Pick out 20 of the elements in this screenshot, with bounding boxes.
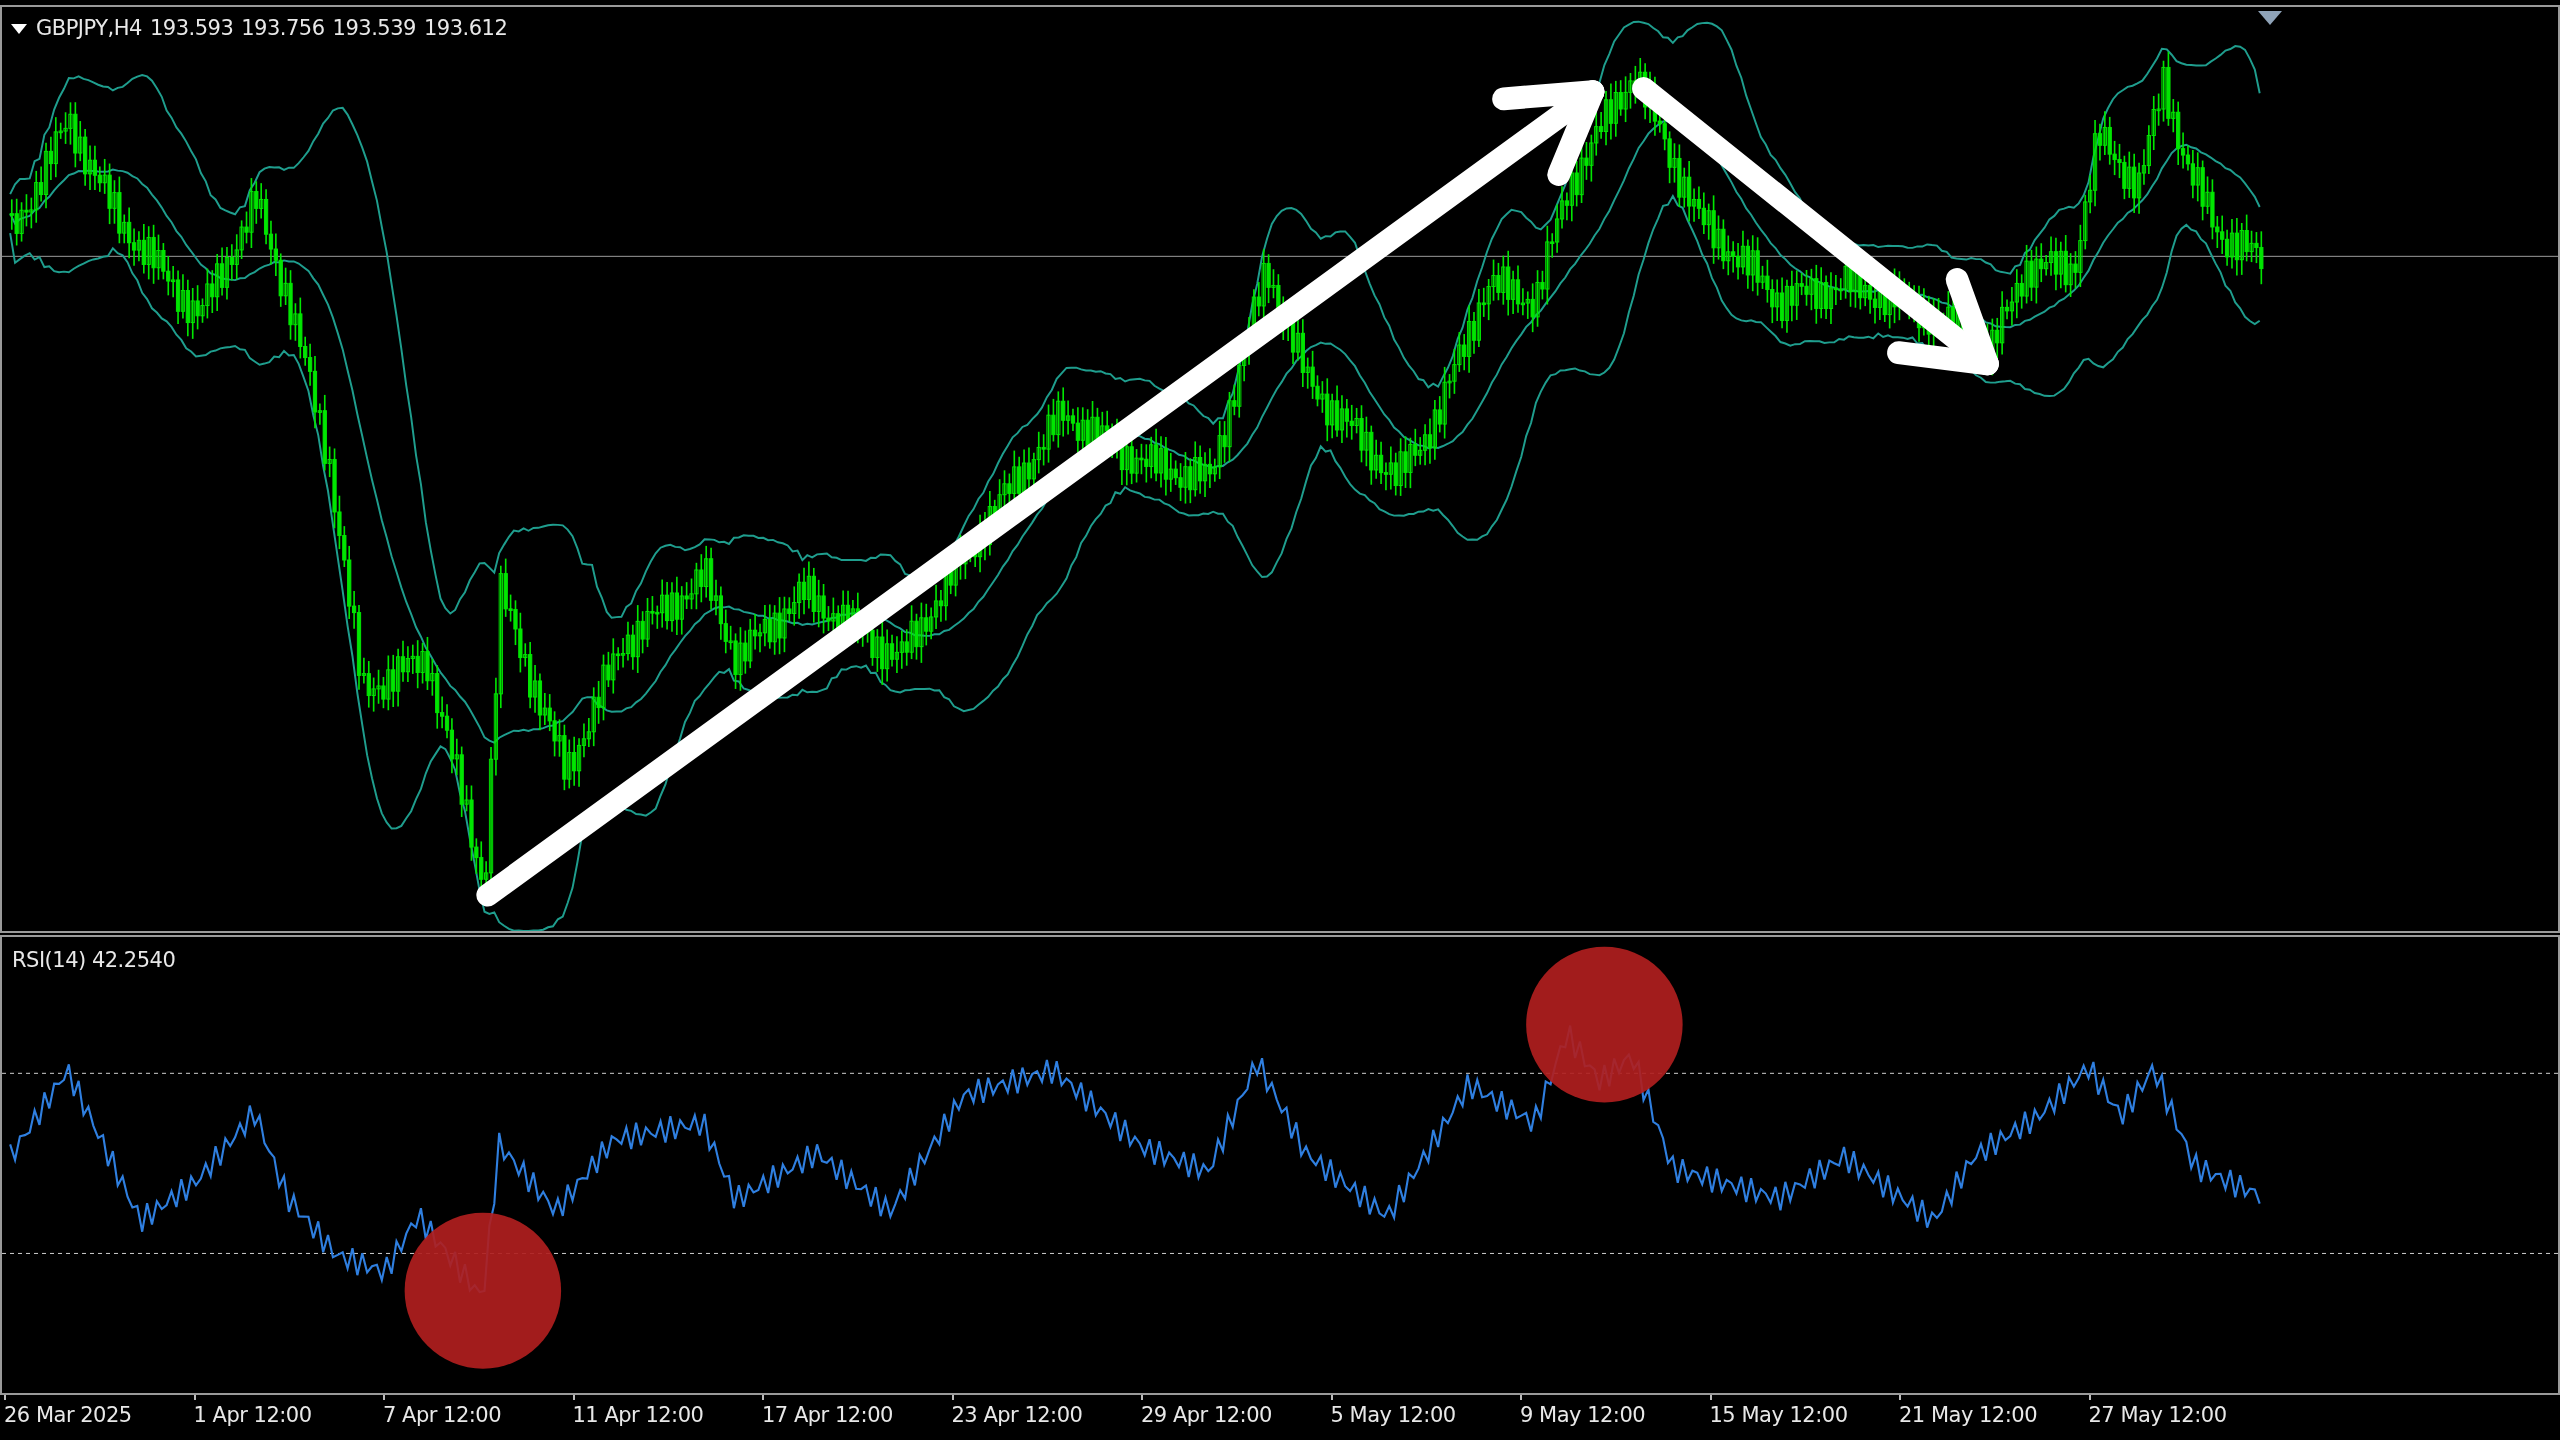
time-axis-label: 26 Mar 2025 <box>4 1402 132 1429</box>
time-axis-label: 1 Apr 12:00 <box>193 1402 312 1429</box>
time-axis-label: 5 May 12:00 <box>1330 1402 1456 1429</box>
rsi-label: RSI(14) 42.2540 <box>12 947 176 974</box>
price-quote: 193.756 <box>241 15 325 42</box>
time-axis-label: 29 Apr 12:00 <box>1141 1402 1272 1429</box>
dropdown-triangle-icon[interactable] <box>10 22 28 35</box>
time-axis-label: 7 Apr 12:00 <box>383 1402 502 1429</box>
time-axis-label: 21 May 12:00 <box>1899 1402 2037 1429</box>
price-quote: 193.612 <box>423 15 508 42</box>
time-axis-label: 23 Apr 12:00 <box>951 1402 1083 1429</box>
symbol-timeframe: GBPJPY,H4 <box>36 15 142 42</box>
price-quote: 193.539 <box>332 15 416 42</box>
time-axis-label: 17 Apr 12:00 <box>762 1402 893 1429</box>
time-axis-label: 9 May 12:00 <box>1520 1402 1646 1429</box>
time-axis-label: 11 Apr 12:00 <box>572 1402 704 1429</box>
shift-marker-icon[interactable] <box>2258 11 2282 25</box>
price-quote: 193.593 <box>149 15 234 42</box>
time-axis-label: 15 May 12:00 <box>1709 1402 1848 1429</box>
time-axis-label: 27 May 12:00 <box>2088 1402 2227 1429</box>
